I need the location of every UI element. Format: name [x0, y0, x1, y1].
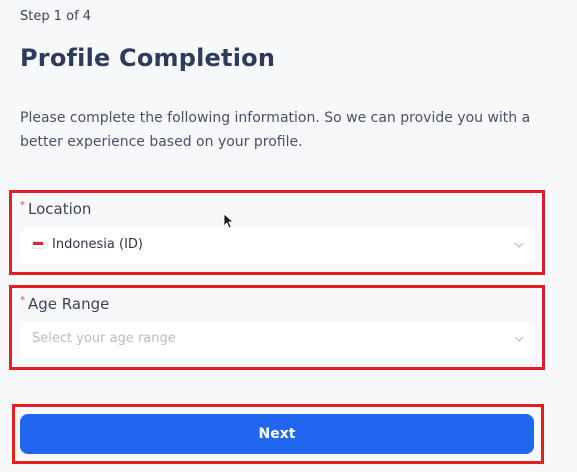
- location-label-text: Location: [28, 200, 92, 218]
- required-marker: *: [20, 200, 25, 211]
- location-selected-value: Indonesia (ID): [52, 237, 143, 252]
- age-range-select[interactable]: Select your age range: [20, 322, 534, 358]
- chevron-down-icon: [514, 242, 524, 248]
- age-range-label-text: Age Range: [28, 295, 110, 313]
- next-button[interactable]: Next: [20, 414, 534, 454]
- indonesia-flag-icon: [32, 241, 44, 249]
- location-label: * Location: [20, 200, 91, 218]
- age-range-label: * Age Range: [20, 295, 109, 313]
- age-range-placeholder: Select your age range: [32, 331, 176, 346]
- step-indicator: Step 1 of 4: [20, 9, 92, 24]
- mouse-cursor-icon: [223, 213, 233, 229]
- page-title: Profile Completion: [20, 44, 276, 72]
- chevron-down-icon: [514, 336, 524, 342]
- page-description: Please complete the following informatio…: [20, 110, 531, 150]
- required-marker: *: [20, 295, 25, 306]
- location-select[interactable]: Indonesia (ID): [20, 228, 534, 264]
